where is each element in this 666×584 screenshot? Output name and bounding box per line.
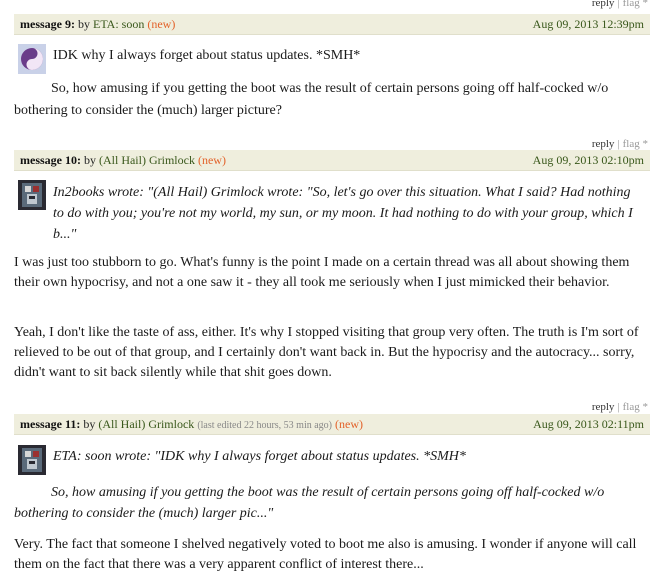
message-number: message 10:: [20, 153, 81, 167]
message-text: IDK why I always forget about status upd…: [53, 48, 361, 63]
reply-link[interactable]: reply: [592, 401, 615, 413]
by-label: by: [77, 17, 90, 31]
message-number: message 9:: [20, 17, 75, 31]
new-badge: (new): [147, 17, 176, 31]
message-header: message 10: by (All Hail) Grimlock (new)…: [14, 150, 650, 171]
message-date[interactable]: Aug 09, 2013 02:11pm: [533, 414, 644, 434]
last-edited-note: (last edited 22 hours, 53 min ago): [197, 420, 333, 431]
author-link[interactable]: ETA: soon: [93, 17, 144, 31]
quoted-text: In2books wrote: "(All Hail) Grimlock wro…: [53, 185, 633, 242]
action-separator: |: [617, 138, 620, 150]
user-avatar[interactable]: [18, 44, 46, 74]
new-badge: (new): [197, 153, 226, 167]
by-label: by: [83, 153, 96, 167]
flag-link[interactable]: flag *: [623, 0, 648, 9]
action-separator: |: [617, 401, 620, 413]
message-text: So, how amusing if you getting the boot …: [14, 81, 609, 118]
user-avatar[interactable]: [18, 445, 46, 475]
quoted-text: So, how amusing if you getting the boot …: [14, 485, 605, 521]
new-badge: (new): [335, 417, 363, 431]
flag-link[interactable]: flag *: [623, 138, 648, 150]
message-actions: reply | flag *: [592, 0, 648, 10]
flag-link[interactable]: flag *: [623, 401, 648, 413]
message-text: I was just too stubborn to go. What's fu…: [14, 255, 630, 290]
message-date[interactable]: Aug 09, 2013 02:10pm: [533, 150, 644, 170]
quoted-text: ETA: soon wrote: "IDK why I always forge…: [53, 449, 466, 464]
action-separator: |: [617, 0, 620, 9]
message-header: message 9: by ETA: soon (new) Aug 09, 20…: [14, 14, 650, 35]
message-text: Very. The fact that someone I shelved ne…: [14, 537, 637, 572]
message-header: message 11: by (All Hail) Grimlock (last…: [14, 414, 650, 435]
author-link[interactable]: (All Hail) Grimlock: [99, 153, 195, 167]
reply-link[interactable]: reply: [592, 138, 615, 150]
message-actions: reply | flag *: [592, 401, 648, 414]
by-label: by: [83, 417, 96, 431]
user-avatar[interactable]: [18, 180, 46, 210]
message-text: Yeah, I don't like the taste of ass, eit…: [14, 325, 639, 380]
message-date[interactable]: Aug 09, 2013 12:39pm: [533, 14, 644, 34]
author-link[interactable]: (All Hail) Grimlock: [98, 417, 194, 431]
message-number: message 11:: [20, 417, 81, 431]
reply-link[interactable]: reply: [592, 0, 615, 9]
